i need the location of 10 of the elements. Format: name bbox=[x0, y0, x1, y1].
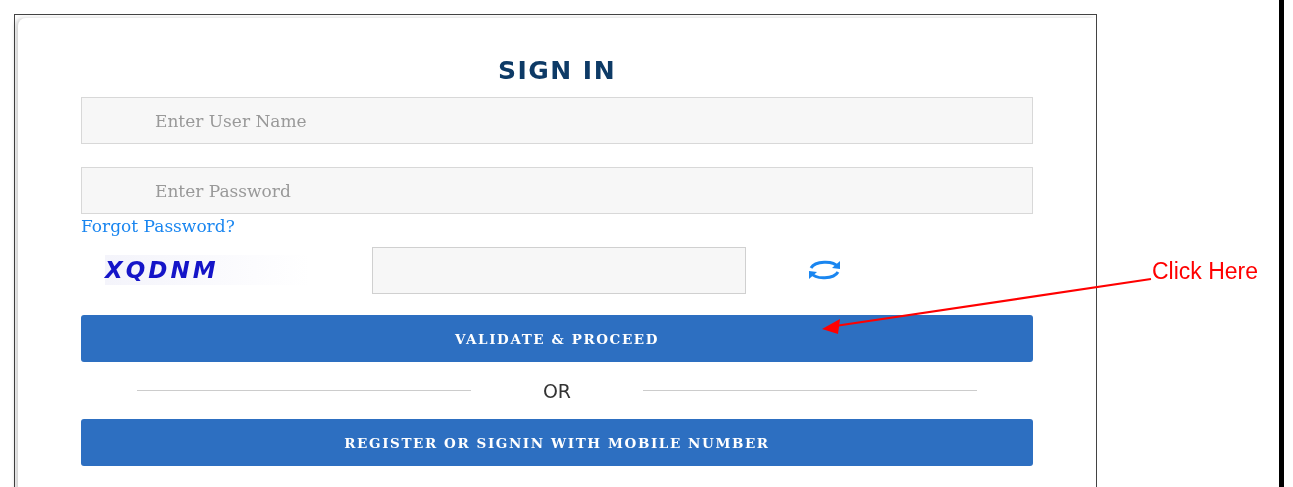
mobile-signin-button[interactable]: REGISTER OR SIGNIN WITH MOBILE NUMBER bbox=[81, 419, 1033, 466]
password-field[interactable]: Enter Password bbox=[81, 167, 1033, 214]
validate-proceed-button[interactable]: VALIDATE & PROCEED bbox=[81, 315, 1033, 362]
or-divider-text: OR bbox=[541, 379, 573, 402]
username-field[interactable]: Enter User Name bbox=[81, 97, 1033, 144]
refresh-icon[interactable] bbox=[806, 259, 843, 281]
annotation-text: Click Here bbox=[1152, 258, 1259, 285]
captcha-field[interactable] bbox=[372, 246, 746, 294]
forgot-password-link[interactable]: Forgot Password? bbox=[81, 215, 235, 237]
sign-in-title: SIGN IN bbox=[496, 57, 618, 85]
